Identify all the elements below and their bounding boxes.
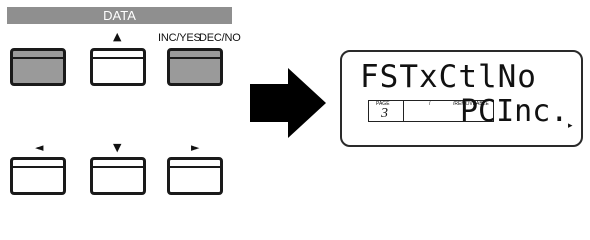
dec-no-label: DEC/NO xyxy=(199,32,241,44)
left-key[interactable] xyxy=(10,157,66,195)
small-mark-1: / xyxy=(429,101,431,107)
down-key[interactable] xyxy=(90,157,146,195)
small-right-arrow-icon: ▸ xyxy=(568,121,573,131)
lcd-display: FSTxCtlNo PAGE 3 / /REMOVEABLE PCInc. ▸ xyxy=(340,50,583,147)
down-arrow-label: ▼ xyxy=(113,141,122,154)
box-divider xyxy=(403,101,404,121)
right-arrow-icon xyxy=(250,68,326,143)
data-title-bar: DATA xyxy=(7,7,232,24)
right-key[interactable] xyxy=(167,157,223,195)
right-arrow-label: ► xyxy=(191,141,200,154)
lcd-value: PCInc. xyxy=(460,94,569,129)
up-arrow-label: ▲ xyxy=(113,30,122,43)
inc-yes-label: INC/YES xyxy=(158,32,201,44)
inc-yes-key[interactable] xyxy=(167,48,223,86)
top-left-key[interactable] xyxy=(10,48,66,86)
page-number: 3 xyxy=(381,106,388,121)
lcd-parameter-name: FSTxCtlNo xyxy=(360,59,537,95)
up-key[interactable] xyxy=(90,48,146,86)
left-arrow-label: ◄ xyxy=(35,141,44,154)
